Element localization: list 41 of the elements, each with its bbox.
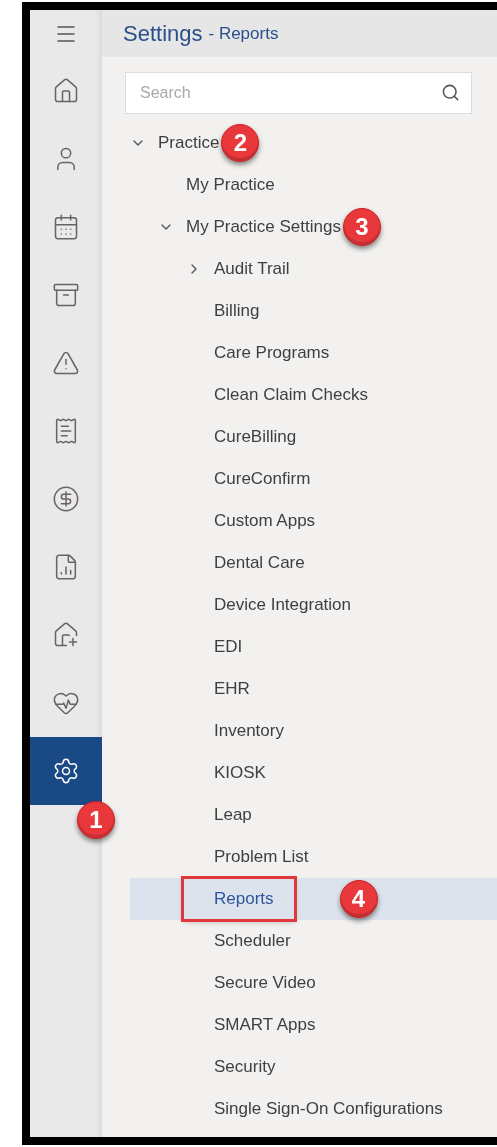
- page-title: Settings: [123, 20, 203, 47]
- tree-item[interactable]: Problem List: [214, 847, 309, 867]
- tree-item[interactable]: Device Integration: [214, 595, 352, 615]
- tree-item[interactable]: My Practice: [186, 175, 275, 195]
- callout-badge: 3: [342, 208, 381, 246]
- settings-icon: [52, 757, 80, 785]
- selected-row[interactable]: Reports 4: [130, 878, 497, 920]
- tree-item[interactable]: Single Sign-On Configurations: [214, 1099, 443, 1119]
- tree-item[interactable]: Scheduler: [214, 931, 291, 951]
- tree-item[interactable]: Secure Video: [214, 973, 316, 993]
- tree-item[interactable]: KIOSK: [214, 763, 266, 783]
- search-icon[interactable]: [441, 83, 460, 102]
- tree-item[interactable]: Billing: [214, 301, 260, 321]
- cabinet-icon: [52, 281, 80, 309]
- tree-item[interactable]: Custom Apps: [214, 511, 316, 531]
- callout-badge: 4: [339, 880, 378, 918]
- tree-item[interactable]: SMART Apps: [214, 1015, 316, 1035]
- calendar-icon: [52, 213, 80, 241]
- tree-item[interactable]: Security: [214, 1057, 276, 1077]
- tree-item[interactable]: Clean Claim Checks: [214, 385, 368, 405]
- tree-item[interactable]: Practice: [158, 133, 220, 153]
- tree-item[interactable]: Audit Trail: [214, 259, 290, 279]
- tree-item[interactable]: Dental Care: [214, 553, 305, 573]
- warning-icon: [52, 349, 80, 377]
- house-icon: [52, 621, 80, 649]
- tree-item[interactable]: Reports: [184, 879, 294, 919]
- tree-item[interactable]: EDI: [214, 637, 243, 657]
- callout-badge: 1: [77, 801, 115, 839]
- tree-item[interactable]: Leap: [214, 805, 252, 825]
- page-subtitle: - Reports: [208, 23, 279, 44]
- dollar-coin-icon: [52, 485, 80, 513]
- tree-item[interactable]: EHR: [214, 679, 250, 699]
- tree-item[interactable]: CureConfirm: [214, 469, 311, 489]
- callout-badge: 2: [221, 124, 260, 162]
- tree-item[interactable]: CureBilling: [214, 427, 297, 447]
- sidebar-item[interactable]: [30, 737, 102, 805]
- tree-item[interactable]: Care Programs: [214, 343, 330, 363]
- home-icon: [52, 77, 80, 105]
- search-field[interactable]: Search: [125, 72, 472, 114]
- tree-item[interactable]: Inventory: [214, 721, 284, 741]
- tree-item[interactable]: My Practice Settings: [186, 217, 341, 237]
